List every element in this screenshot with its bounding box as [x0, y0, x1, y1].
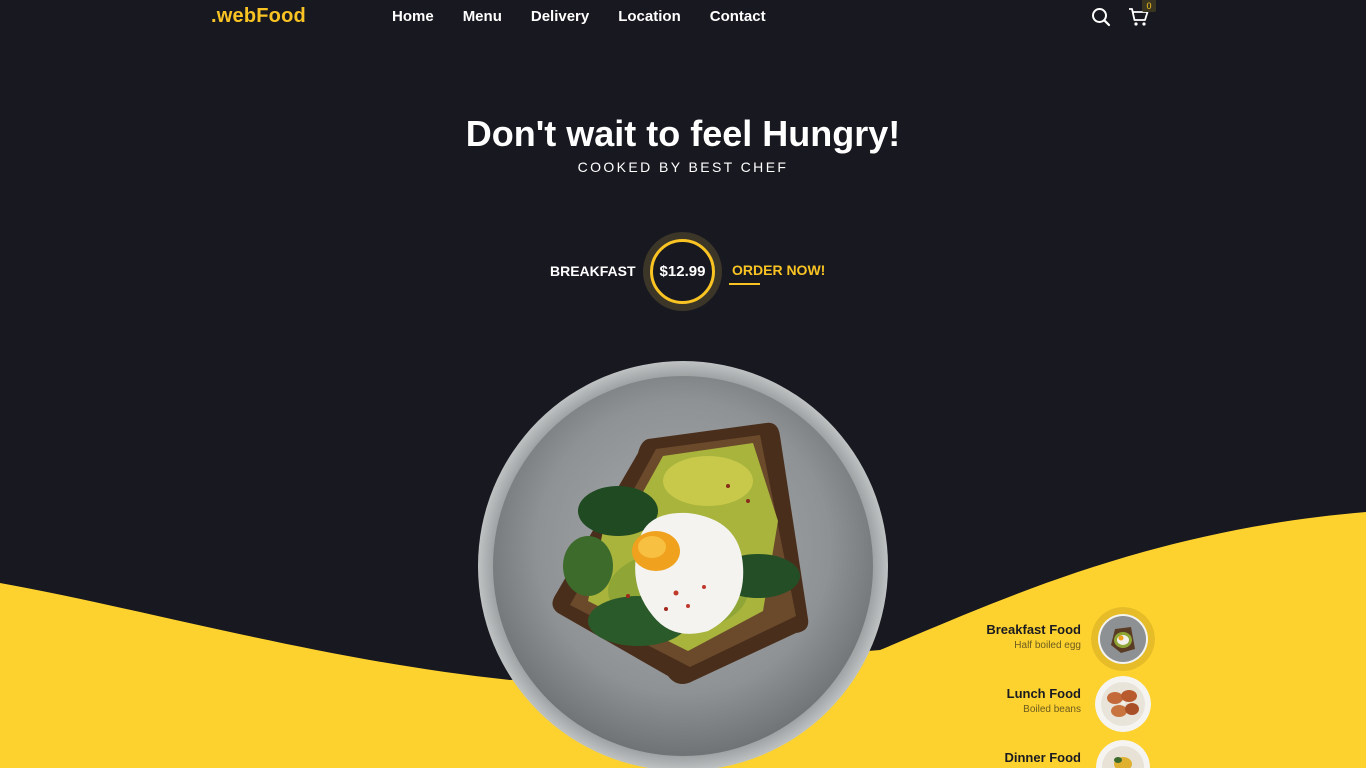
food-item-title: Breakfast Food	[986, 622, 1081, 637]
price-badge: $12.99	[643, 232, 722, 311]
search-icon[interactable]	[1090, 5, 1112, 29]
hero-subtitle: COOKED BY BEST CHEF	[577, 159, 789, 175]
hero-title: Don't wait to feel Hungry!	[465, 113, 901, 154]
nav-delivery[interactable]: Delivery	[531, 8, 589, 25]
nav-menu[interactable]: Menu	[463, 8, 502, 25]
main-nav: Home Menu Delivery Location Contact	[392, 8, 795, 25]
lunch-thumbnail[interactable]	[1095, 676, 1151, 732]
order-now-underline	[729, 283, 760, 285]
plate-food-image	[478, 361, 888, 768]
breakfast-thumbnail[interactable]	[1091, 607, 1155, 671]
food-item-dinner[interactable]: Dinner Food	[1004, 750, 1081, 765]
nav-location[interactable]: Location	[618, 8, 681, 25]
food-item-desc: Half boiled egg	[1014, 640, 1081, 651]
nav-contact[interactable]: Contact	[710, 8, 766, 25]
order-now-link[interactable]: ORDER NOW!	[732, 262, 825, 278]
food-item-title: Lunch Food	[1006, 686, 1081, 701]
nav-home[interactable]: Home	[392, 8, 434, 25]
offer-category: BREAKFAST	[550, 263, 636, 279]
header-actions: 0	[1090, 0, 1156, 29]
cart-count-badge: 0	[1142, 0, 1156, 12]
food-item-lunch[interactable]: Lunch Food Boiled beans	[1007, 686, 1081, 715]
food-item-breakfast[interactable]: Breakfast Food Half boiled egg	[986, 622, 1081, 651]
food-item-desc: Boiled beans	[1023, 704, 1081, 715]
food-item-title: Dinner Food	[1004, 750, 1081, 765]
site-logo[interactable]: .webFood	[211, 5, 306, 28]
cart-icon[interactable]: 0	[1128, 0, 1156, 29]
price-value: $12.99	[650, 239, 715, 304]
